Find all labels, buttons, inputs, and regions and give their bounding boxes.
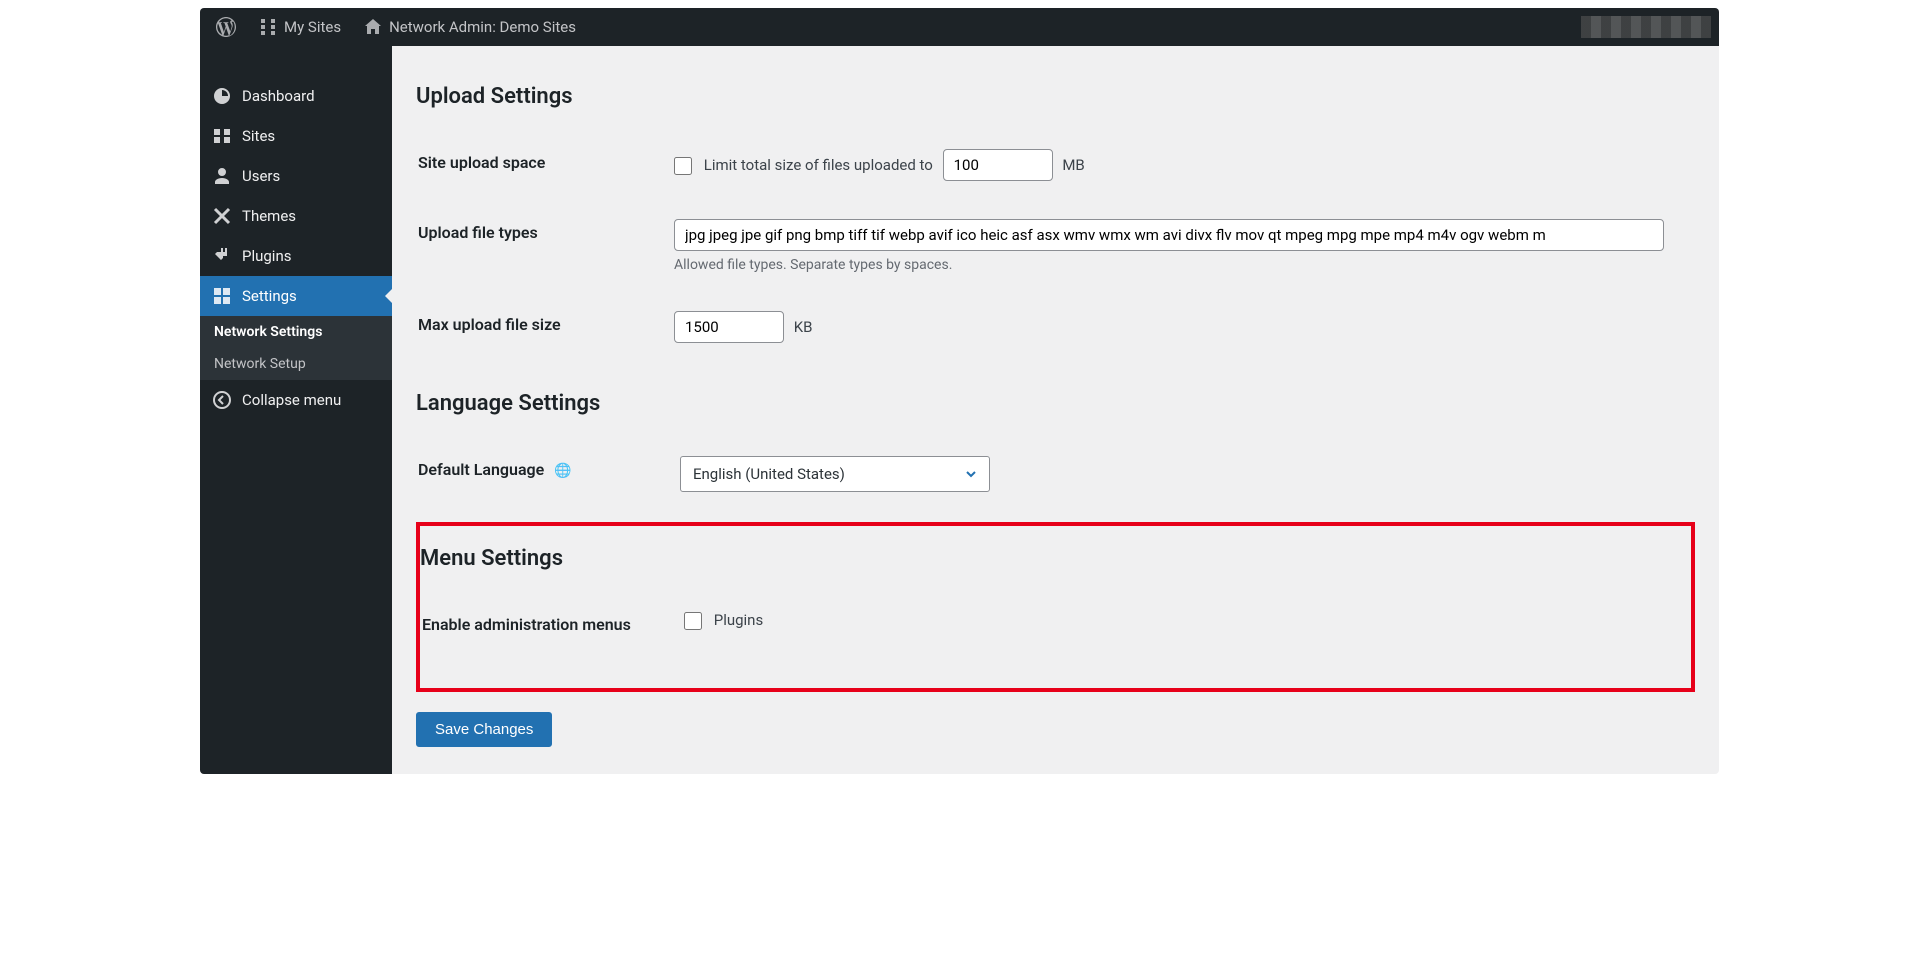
sidebar-item-themes[interactable]: Themes xyxy=(200,196,392,236)
max-upload-size-label: Max upload file size xyxy=(418,293,662,361)
settings-submenu: Network Settings Network Setup xyxy=(200,316,392,380)
upload-file-types-label: Upload file types xyxy=(418,201,662,291)
collapse-label: Collapse menu xyxy=(242,391,341,409)
sidebar-item-plugins[interactable]: Plugins xyxy=(200,236,392,276)
home-icon xyxy=(363,17,383,37)
wordpress-logo-icon xyxy=(216,17,236,37)
sidebar-item-label: Themes xyxy=(242,207,296,225)
limit-upload-checkbox[interactable] xyxy=(674,157,692,175)
sidebar-item-label: Sites xyxy=(242,127,275,145)
max-upload-size-unit: KB xyxy=(794,318,813,336)
sites-icon xyxy=(212,126,232,146)
default-language-selected: English (United States) xyxy=(693,465,845,483)
upload-file-types-input[interactable] xyxy=(674,219,1664,251)
enable-admin-menus-label: Enable administration menus xyxy=(422,593,672,656)
plugins-checkbox-row: Plugins xyxy=(684,611,763,629)
default-language-select[interactable]: English (United States) xyxy=(680,456,990,492)
sidebar-item-label: Settings xyxy=(242,287,297,305)
network-icon xyxy=(258,17,278,37)
plugins-icon xyxy=(212,246,232,266)
content-area: Upload Settings Site upload space Limit … xyxy=(392,46,1719,774)
translate-icon: 🌐 xyxy=(554,463,571,479)
collapse-icon xyxy=(212,390,232,410)
chevron-down-icon xyxy=(963,466,979,482)
user-area-pixelated xyxy=(1581,16,1711,38)
settings-icon xyxy=(212,286,232,306)
language-settings-heading: Language Settings xyxy=(416,391,1695,416)
network-admin-label: Network Admin: Demo Sites xyxy=(389,18,576,36)
sidebar-item-label: Plugins xyxy=(242,247,291,265)
upload-file-types-desc: Allowed file types. Separate types by sp… xyxy=(674,257,1664,273)
menu-settings-heading: Menu Settings xyxy=(420,546,1691,571)
site-upload-space-label: Site upload space xyxy=(418,131,662,199)
max-upload-size-input[interactable] xyxy=(674,311,784,343)
plugins-checkbox-label: Plugins xyxy=(714,611,763,629)
upload-space-unit: MB xyxy=(1062,156,1084,174)
submenu-network-settings[interactable]: Network Settings xyxy=(200,316,392,348)
limit-upload-text: Limit total size of files uploaded to xyxy=(704,156,933,174)
sidebar-item-sites[interactable]: Sites xyxy=(200,116,392,156)
admin-bar: My Sites Network Admin: Demo Sites xyxy=(200,8,1719,46)
sidebar-item-dashboard[interactable]: Dashboard xyxy=(200,76,392,116)
upload-settings-heading: Upload Settings xyxy=(416,84,1695,109)
users-icon xyxy=(212,166,232,186)
enable-plugins-menu-checkbox[interactable] xyxy=(684,612,702,630)
network-admin-link[interactable]: Network Admin: Demo Sites xyxy=(355,8,584,46)
sidebar-item-label: Users xyxy=(242,167,280,185)
dashboard-icon xyxy=(212,86,232,106)
menu-settings-highlight: Menu Settings Enable administration menu… xyxy=(416,522,1695,692)
save-changes-button[interactable]: Save Changes xyxy=(416,712,552,747)
admin-sidebar: Dashboard Sites Users Themes Plugins xyxy=(200,46,392,774)
wp-logo-item[interactable] xyxy=(208,8,244,46)
themes-icon xyxy=(212,206,232,226)
submenu-network-setup[interactable]: Network Setup xyxy=(200,348,392,380)
default-language-label: Default Language 🌐 xyxy=(418,438,668,510)
sidebar-item-label: Dashboard xyxy=(242,87,315,105)
collapse-menu[interactable]: Collapse menu xyxy=(200,380,392,420)
upload-space-input[interactable] xyxy=(943,149,1053,181)
sidebar-item-settings[interactable]: Settings xyxy=(200,276,392,316)
site-upload-space-row: Limit total size of files uploaded to MB xyxy=(674,156,1085,174)
my-sites-label: My Sites xyxy=(284,18,341,36)
sidebar-item-users[interactable]: Users xyxy=(200,156,392,196)
my-sites-link[interactable]: My Sites xyxy=(250,8,349,46)
